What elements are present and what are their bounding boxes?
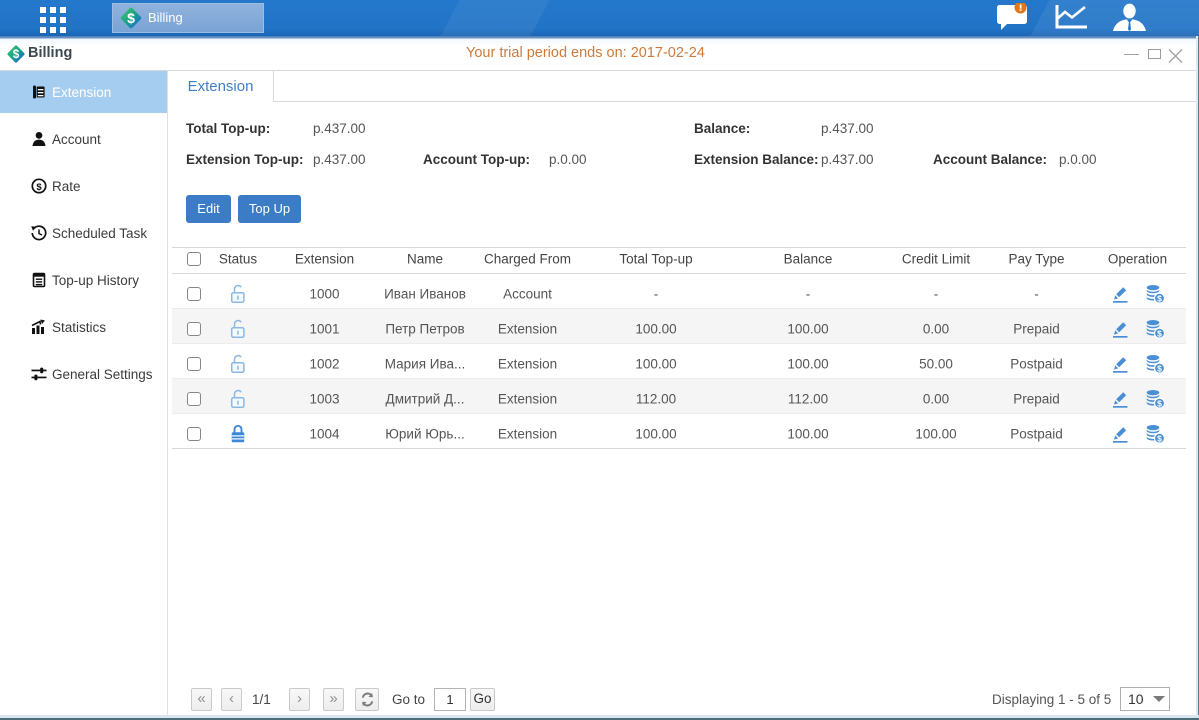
svg-text:$: $ [1157,398,1162,408]
svg-text:$: $ [127,10,135,26]
svg-text:$: $ [36,182,42,193]
svg-text:$: $ [1157,293,1162,303]
svg-text:$: $ [13,48,20,61]
svg-text:$: $ [1157,328,1162,338]
svg-text:$: $ [1157,433,1162,443]
svg-text:$: $ [1157,363,1162,373]
